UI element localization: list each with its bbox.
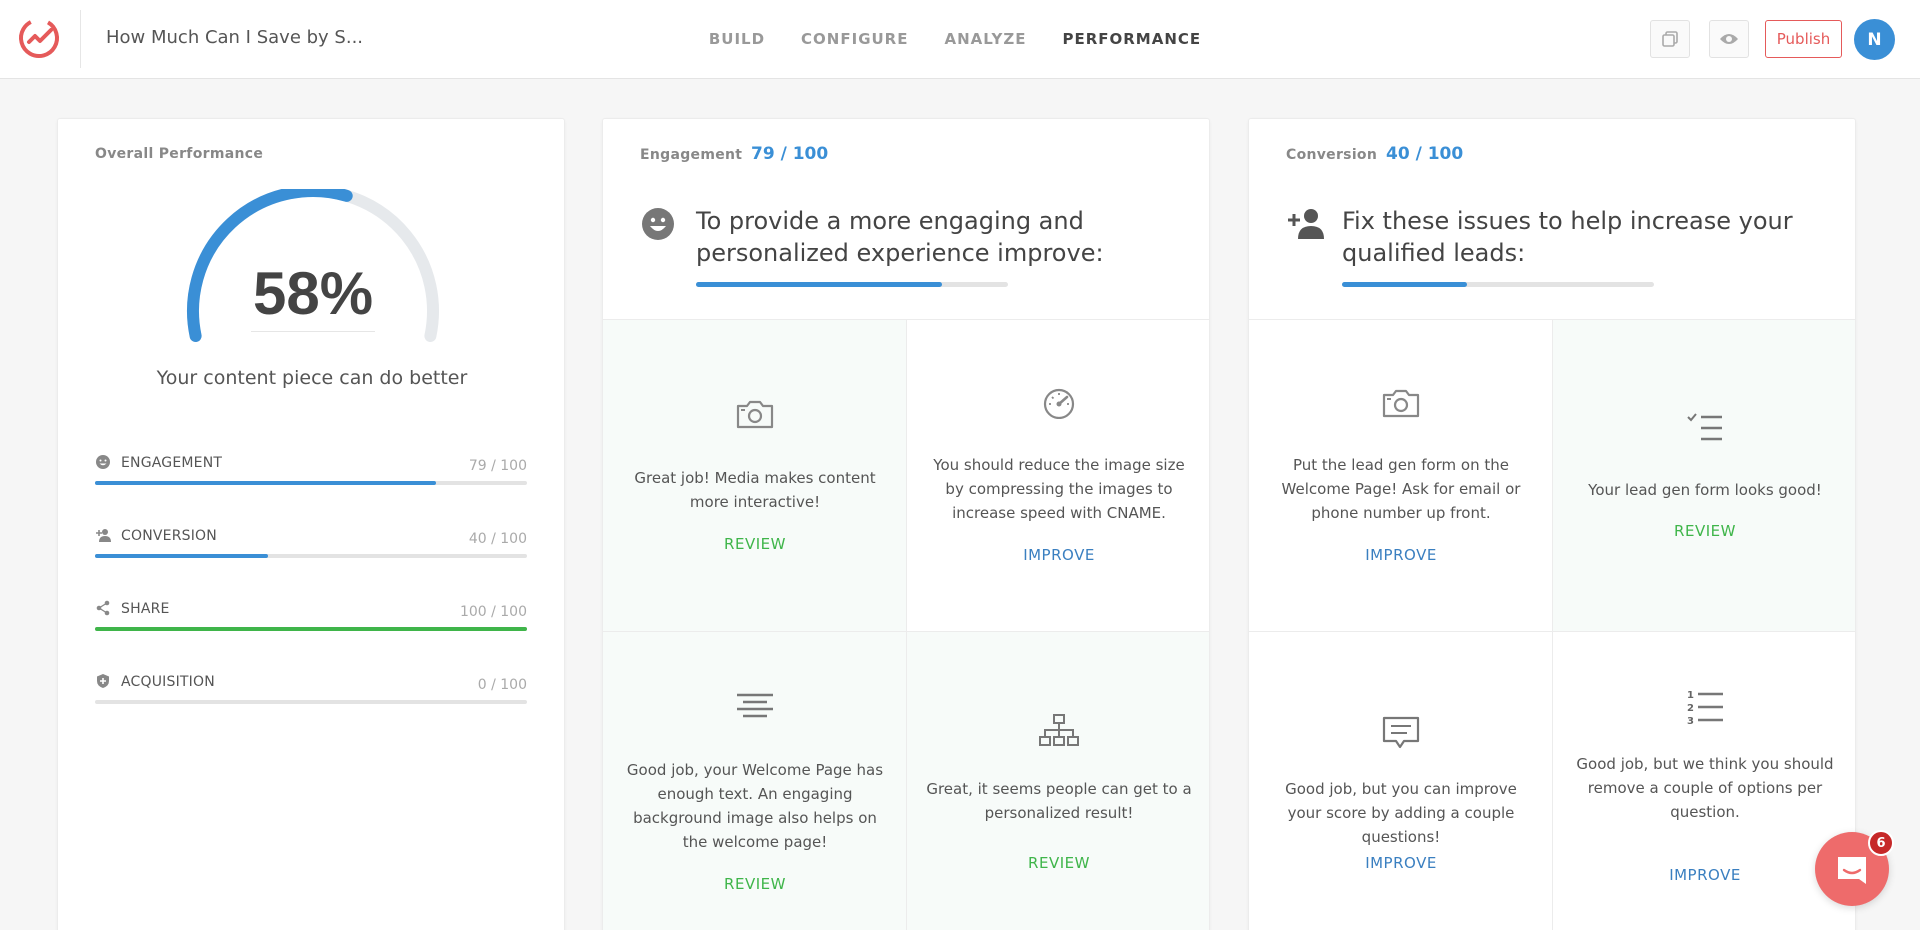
engagement-progress-track	[696, 282, 1008, 287]
checklist-icon	[1553, 412, 1855, 452]
metric-track	[95, 627, 527, 631]
add-person-icon	[1288, 209, 1324, 239]
conversion-card: Conversion 40 / 100 Fix these issues to …	[1248, 118, 1856, 930]
metric-fill	[95, 481, 437, 485]
review-link[interactable]: REVIEW	[603, 875, 907, 893]
overall-subtitle: Your content piece can do better	[156, 367, 468, 389]
metric-track	[95, 700, 527, 704]
metric-score: 0 / 100	[477, 677, 527, 693]
nav-performance[interactable]: PERFORMANCE	[1062, 30, 1201, 50]
tile-text: Good job, your Welcome Page has enough t…	[626, 761, 884, 851]
smiley-icon	[642, 208, 674, 240]
tile-options: 1 2 3 Good job, but we think you should re…	[1553, 632, 1855, 930]
tile-image-size: You should reduce the image size by comp…	[907, 320, 1209, 632]
numbered-list-icon: 1 2 3	[1553, 688, 1855, 728]
metric-name: ACQUISITION	[121, 674, 215, 690]
review-link[interactable]: REVIEW	[907, 854, 1209, 872]
tile-personalized-result: Great, it seems people can get to a pers…	[907, 632, 1209, 930]
metric-name: SHARE	[121, 601, 170, 617]
tile-lead-gen-form: Your lead gen form looks good! REVIEW	[1553, 320, 1855, 632]
gauge-underline	[251, 331, 375, 332]
conversion-progress-fill	[1342, 282, 1467, 287]
document-title[interactable]: How Much Can I Save by S...	[106, 27, 366, 48]
svg-text:2: 2	[1687, 703, 1694, 714]
tile-text: You should reduce the image size by comp…	[933, 456, 1185, 522]
tile-questions: Good job, but you can improve your score…	[1249, 632, 1553, 930]
improve-link[interactable]: IMPROVE	[1249, 854, 1553, 872]
metric-conversion[interactable]: CONVERSION 40 / 100	[95, 527, 527, 573]
conversion-score: 40 / 100	[1386, 144, 1464, 164]
metric-engagement[interactable]: ENGAGEMENT 79 / 100	[95, 454, 527, 500]
nav-analyze[interactable]: ANALYZE	[944, 30, 1026, 50]
metric-fill	[95, 627, 527, 631]
tile-text: Good job, but you can improve your score…	[1285, 780, 1517, 846]
tile-text: Great, it seems people can get to a pers…	[926, 780, 1192, 822]
metric-track	[95, 554, 527, 558]
camera-icon	[603, 398, 907, 438]
user-avatar[interactable]: N	[1854, 19, 1895, 60]
conversion-label: Conversion	[1286, 147, 1378, 163]
tile-lead-gen-placement: Put the lead gen form on the Welcome Pag…	[1249, 320, 1553, 632]
conversion-progress-track	[1342, 282, 1654, 287]
top-bar: How Much Can I Save by S... BUILD CONFIG…	[0, 0, 1920, 79]
overall-percent: 58%	[252, 260, 374, 327]
tile-media: Great job! Media makes content more inte…	[603, 320, 907, 632]
sitemap-icon	[907, 714, 1209, 754]
metric-score: 100 / 100	[459, 604, 527, 620]
metric-name: CONVERSION	[121, 528, 217, 544]
smiley-icon	[96, 455, 110, 469]
review-link[interactable]: REVIEW	[1553, 522, 1855, 540]
tile-text: Your lead gen form looks good!	[1588, 481, 1822, 499]
publish-button[interactable]: Publish	[1765, 20, 1842, 58]
add-person-icon	[96, 529, 111, 542]
metric-name: ENGAGEMENT	[121, 455, 223, 471]
shield-icon	[97, 674, 109, 688]
align-text-icon	[603, 692, 907, 732]
overall-performance-card: Overall Performance 58% Your content pie…	[57, 118, 565, 930]
header-divider	[80, 10, 81, 68]
svg-text:3: 3	[1687, 716, 1694, 726]
duplicate-button[interactable]	[1650, 20, 1690, 58]
speedometer-icon	[907, 387, 1209, 427]
svg-text:1: 1	[1687, 690, 1694, 701]
engagement-card: Engagement 79 / 100 To provide a more en…	[602, 118, 1210, 930]
metric-fill	[95, 554, 268, 558]
tile-text: Good job, but we think you should remove…	[1576, 755, 1834, 821]
metric-score: 79 / 100	[468, 458, 527, 474]
brand-logo-icon[interactable]	[17, 16, 61, 60]
tile-welcome-text: Good job, your Welcome Page has enough t…	[603, 632, 907, 930]
engagement-score: 79 / 100	[751, 144, 829, 164]
improve-link[interactable]: IMPROVE	[1553, 866, 1855, 884]
improve-link[interactable]: IMPROVE	[1249, 546, 1553, 564]
metric-track	[95, 481, 527, 485]
engagement-heading: To provide a more engaging and personali…	[696, 207, 1104, 267]
eye-icon	[1720, 34, 1738, 44]
metric-share[interactable]: SHARE 100 / 100	[95, 600, 527, 646]
comment-icon	[1249, 716, 1553, 756]
improve-link[interactable]: IMPROVE	[907, 546, 1209, 564]
review-link[interactable]: REVIEW	[603, 535, 907, 553]
overall-performance-label: Overall Performance	[95, 146, 264, 162]
engagement-progress-fill	[696, 282, 943, 287]
tile-text: Great job! Media makes content more inte…	[634, 469, 876, 511]
metric-score: 40 / 100	[468, 531, 527, 547]
chat-unread-badge: 6	[1868, 830, 1894, 856]
camera-icon	[1249, 387, 1553, 427]
duplicate-icon	[1662, 31, 1678, 47]
share-icon	[96, 600, 110, 616]
nav-build[interactable]: BUILD	[709, 30, 765, 50]
engagement-label: Engagement	[640, 147, 743, 163]
metric-acquisition[interactable]: ACQUISITION 0 / 100	[95, 673, 527, 719]
nav-configure[interactable]: CONFIGURE	[801, 30, 908, 50]
tile-text: Put the lead gen form on the Welcome Pag…	[1281, 456, 1521, 522]
conversion-heading: Fix these issues to help increase your q…	[1342, 207, 1793, 267]
preview-button[interactable]	[1709, 20, 1749, 58]
